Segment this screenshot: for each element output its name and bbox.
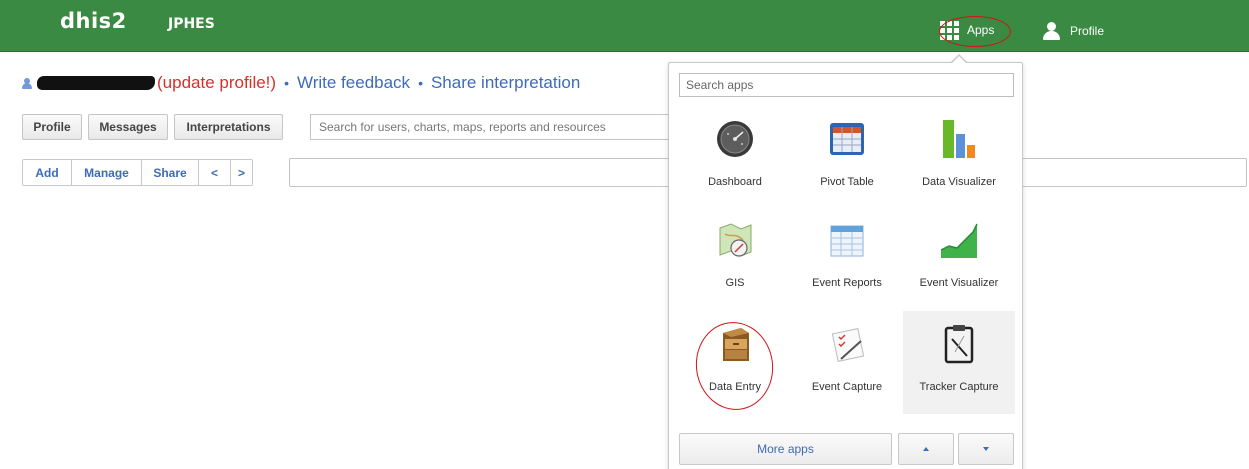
caret-down-icon: [983, 447, 989, 451]
apps-menu: Search apps Dashboard Pivot Table Data V…: [668, 62, 1023, 469]
apps-grid-icon: [940, 20, 959, 40]
global-search-input[interactable]: Search for users, charts, maps, reports …: [310, 114, 680, 140]
org-unit-title: JPHES: [168, 16, 215, 32]
user-small-icon: [22, 77, 32, 89]
app-label: Dashboard: [708, 176, 762, 188]
dhis2-logo[interactable]: dhis2: [60, 9, 127, 33]
data-visualizer-icon: [943, 120, 975, 158]
apps-button[interactable]: Apps: [940, 16, 994, 44]
app-label: Pivot Table: [820, 176, 874, 188]
event-reports-icon: [830, 225, 864, 257]
event-visualizer-icon: [940, 223, 978, 258]
profile-tab-button[interactable]: Profile: [22, 114, 82, 140]
data-entry-icon: [723, 328, 749, 361]
dashboard-toolbar: Add Manage Share < >: [22, 159, 253, 186]
scroll-up-button[interactable]: [898, 433, 954, 465]
write-feedback-link[interactable]: Write feedback: [297, 73, 410, 93]
dashboard-icon: [717, 121, 753, 157]
app-event-reports[interactable]: Event Reports: [791, 208, 903, 311]
caret-up-icon: [923, 447, 929, 451]
app-gis[interactable]: GIS: [679, 208, 791, 311]
top-bar: dhis2 JPHES Apps Profile: [0, 0, 1249, 52]
app-event-capture[interactable]: Event Capture: [791, 311, 903, 414]
app-tracker-capture[interactable]: Tracker Capture: [903, 311, 1015, 414]
profile-label: Profile: [1070, 24, 1105, 38]
share-button[interactable]: Share: [142, 160, 199, 185]
next-button[interactable]: >: [231, 160, 252, 185]
greeting-line: (update profile!) • Write feedback • Sha…: [22, 73, 580, 93]
interpretations-tab-button[interactable]: Interpretations: [174, 114, 283, 140]
separator-dot: •: [284, 75, 289, 91]
messages-tab-button[interactable]: Messages: [88, 114, 168, 140]
scroll-down-button[interactable]: [958, 433, 1014, 465]
more-apps-button[interactable]: More apps: [679, 433, 892, 465]
user-icon: [1043, 22, 1060, 40]
app-event-visualizer[interactable]: Event Visualizer: [903, 208, 1015, 311]
app-label: Tracker Capture: [919, 381, 999, 393]
app-label: Data Entry: [709, 381, 761, 393]
app-label: Event Capture: [811, 381, 883, 393]
pivot-table-icon: [830, 123, 864, 155]
app-label: Data Visualizer: [922, 176, 996, 188]
separator-dot: •: [418, 75, 423, 91]
update-profile-link[interactable]: (update profile!): [157, 73, 276, 93]
manage-button[interactable]: Manage: [72, 160, 142, 185]
gis-icon: [719, 223, 752, 257]
menu-caret-inner: [951, 56, 967, 64]
prev-button[interactable]: <: [199, 160, 231, 185]
share-interpretation-link[interactable]: Share interpretation: [431, 73, 580, 93]
apps-search-input[interactable]: Search apps: [679, 73, 1014, 97]
app-label: Event Visualizer: [919, 277, 999, 289]
tracker-capture-icon: [944, 325, 974, 364]
profile-button[interactable]: Profile: [1043, 22, 1104, 40]
app-label: Event Reports: [812, 277, 882, 289]
app-data-entry[interactable]: Data Entry: [679, 311, 791, 414]
redacted-username: [37, 76, 155, 90]
apps-label: Apps: [967, 23, 995, 37]
event-capture-icon: [831, 328, 865, 362]
app-label: GIS: [725, 277, 745, 289]
add-button[interactable]: Add: [23, 160, 72, 185]
